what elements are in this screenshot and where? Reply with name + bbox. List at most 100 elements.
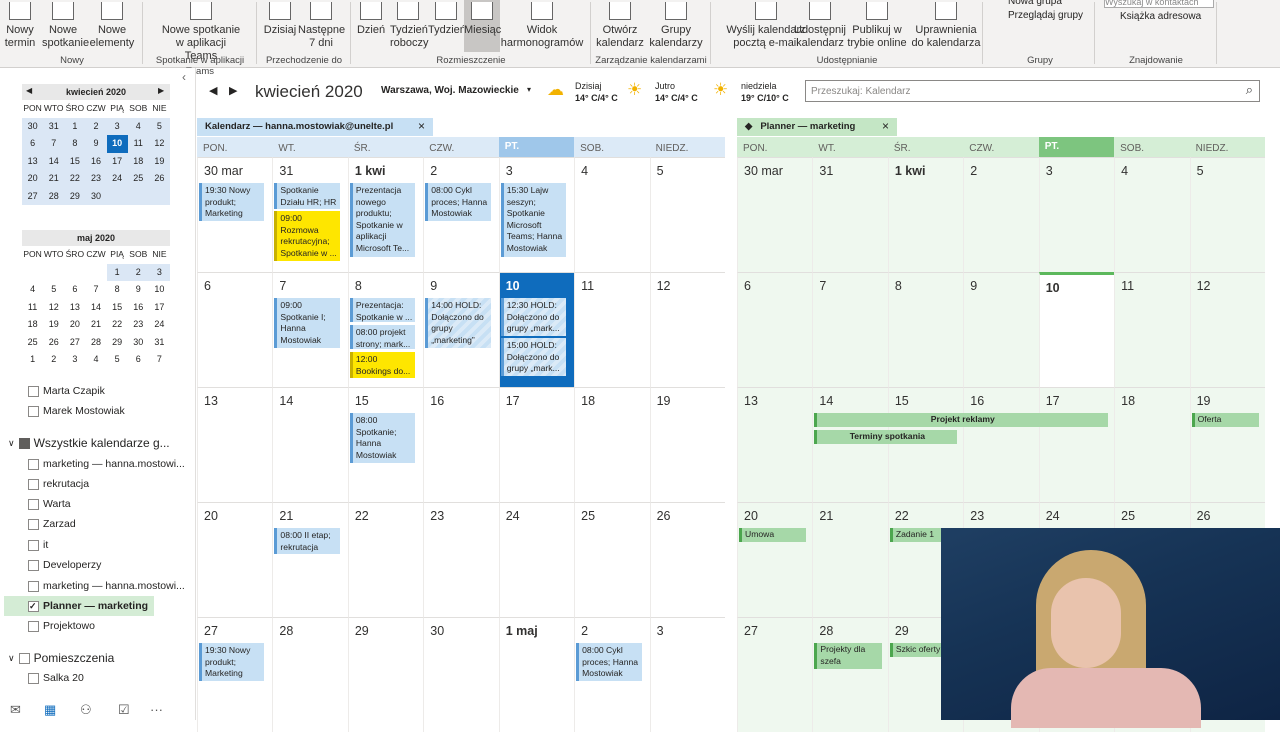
mail-icon[interactable]: ✉ bbox=[10, 702, 21, 718]
day-cell[interactable]: 18 bbox=[574, 387, 650, 502]
mini-day[interactable]: 22 bbox=[107, 316, 128, 334]
mini-day[interactable]: 5 bbox=[107, 351, 128, 369]
day-cell[interactable]: 14 bbox=[812, 387, 888, 502]
checkbox[interactable] bbox=[28, 539, 39, 551]
calendar-event[interactable]: Prezentacja: Spotkanie w ... bbox=[349, 298, 416, 322]
day-cell[interactable]: 20 bbox=[737, 502, 813, 617]
mini-day[interactable]: 28 bbox=[43, 187, 65, 205]
calendar-event[interactable]: 08:00 projekt strony; mark... bbox=[349, 325, 416, 349]
calendar-item[interactable]: Developerzy bbox=[28, 555, 101, 575]
day-cell[interactable]: 4 bbox=[574, 157, 650, 272]
mini-day[interactable]: 3 bbox=[148, 263, 170, 281]
ribbon-button-4[interactable]: Dzisiaj bbox=[262, 0, 298, 52]
mini-day[interactable]: 2 bbox=[43, 351, 64, 369]
ribbon-button-10[interactable]: Widok harmonogramów bbox=[500, 0, 584, 52]
calendar-item[interactable]: marketing — hanna.mostowi... bbox=[28, 454, 185, 474]
day-cell[interactable]: 24 bbox=[498, 502, 575, 617]
calendar-event[interactable]: 09:00 Spotkanie I; Hanna Mostowiak bbox=[274, 298, 340, 348]
mini-day[interactable]: 24 bbox=[149, 316, 170, 334]
ribbon-button-0[interactable]: Nowy termin bbox=[2, 0, 38, 52]
day-cell[interactable]: 17 bbox=[498, 387, 575, 502]
mini-day[interactable]: 19 bbox=[148, 152, 170, 170]
day-cell[interactable]: 21 bbox=[272, 502, 348, 617]
mini-day[interactable]: 6 bbox=[128, 351, 149, 369]
collapse-pane-icon[interactable]: ‹ bbox=[182, 70, 186, 84]
day-cell[interactable]: 19 bbox=[1189, 387, 1265, 502]
day-cell[interactable]: 5 bbox=[649, 157, 725, 272]
calendar-item[interactable]: Projektowo bbox=[28, 616, 95, 636]
mini-day[interactable]: 30 bbox=[128, 334, 149, 352]
day-cell[interactable]: 1 kwi bbox=[887, 157, 964, 272]
search-icon[interactable]: ⌕ bbox=[1246, 82, 1253, 98]
day-cell[interactable]: 22 bbox=[347, 502, 424, 617]
calendar-event[interactable]: 12:00 Bookings do... bbox=[349, 352, 416, 378]
checkbox[interactable]: ✓ bbox=[28, 600, 39, 612]
calendar-event[interactable]: Terminy spotkania bbox=[814, 430, 958, 444]
calendar-item[interactable]: Warta bbox=[28, 494, 71, 514]
day-cell[interactable]: 27 bbox=[737, 617, 813, 732]
mini-day[interactable] bbox=[43, 264, 64, 282]
ribbon-button-1[interactable]: Nowe spotkanie bbox=[42, 0, 89, 52]
mini-day[interactable]: 7 bbox=[85, 281, 106, 299]
day-cell[interactable]: 9 bbox=[963, 272, 1039, 387]
mini-day[interactable]: 15 bbox=[107, 299, 128, 317]
day-cell[interactable]: 21 bbox=[812, 502, 888, 617]
day-cell[interactable]: 30 bbox=[423, 617, 499, 732]
mini-day[interactable]: 20 bbox=[22, 170, 44, 188]
calendar-tab[interactable]: Kalendarz — hanna.mostowiak@unelte.pl × bbox=[197, 118, 433, 136]
calendar-event[interactable]: Projekt reklamy bbox=[814, 413, 1109, 427]
calendar-event[interactable]: 08:00 Spotkanie; Hanna Mostowiak bbox=[349, 413, 416, 463]
ribbon-button-7[interactable]: Tydzień roboczy bbox=[390, 0, 429, 52]
mini-day[interactable]: 16 bbox=[128, 299, 149, 317]
ribbon-button-6[interactable]: Dzień bbox=[356, 0, 386, 52]
day-cell[interactable]: 1 maj bbox=[498, 617, 575, 732]
day-cell[interactable]: 30 mar bbox=[737, 157, 813, 272]
day-cell[interactable]: 13 bbox=[197, 387, 273, 502]
mini-day[interactable]: 29 bbox=[107, 334, 128, 352]
mini-day[interactable]: 28 bbox=[85, 334, 106, 352]
day-cell[interactable]: 6 bbox=[737, 272, 813, 387]
calendar-event[interactable]: 15:00 HOLD: Dołączono do grupy „mark... bbox=[500, 338, 567, 376]
calendar-event[interactable]: 15:30 Lajw seszyn; Spotkanie Microsoft T… bbox=[500, 183, 567, 257]
day-cell[interactable]: 13 bbox=[737, 387, 813, 502]
ribbon-button-15[interactable]: Publikuj w trybie online bbox=[846, 0, 908, 52]
day-cell[interactable]: 16 bbox=[963, 387, 1039, 502]
checkbox[interactable] bbox=[28, 498, 39, 510]
mini-day[interactable] bbox=[22, 264, 43, 282]
mini-day[interactable]: 11 bbox=[127, 135, 149, 153]
calendar-item[interactable]: Marta Czapik bbox=[28, 381, 105, 401]
calendar-item[interactable]: Zarzad bbox=[28, 514, 76, 534]
checkbox[interactable] bbox=[28, 478, 39, 490]
day-cell[interactable]: 10 bbox=[1038, 272, 1115, 387]
search-input[interactable]: Przeszukaj: Kalendarz bbox=[811, 86, 911, 97]
day-cell[interactable]: 28 bbox=[812, 617, 888, 732]
mini-day[interactable]: 12 bbox=[148, 135, 170, 153]
mini-day[interactable]: 1 bbox=[22, 351, 43, 369]
checkbox[interactable] bbox=[28, 385, 39, 397]
search-box[interactable]: Przeszukaj: Kalendarz ⌕ bbox=[805, 80, 1260, 102]
close-icon[interactable]: × bbox=[882, 119, 889, 133]
mini-prev-icon[interactable]: ◀ bbox=[26, 86, 32, 95]
day-cell[interactable]: 29 bbox=[347, 617, 424, 732]
mini-day[interactable]: 31 bbox=[43, 117, 65, 135]
day-cell[interactable]: 11 bbox=[1114, 272, 1190, 387]
ribbon-button-9[interactable]: Miesiąc bbox=[464, 0, 501, 52]
mini-day[interactable]: 18 bbox=[127, 152, 149, 170]
day-cell[interactable]: 18 bbox=[1114, 387, 1190, 502]
mini-day[interactable]: 6 bbox=[22, 135, 44, 153]
mini-day[interactable]: 27 bbox=[22, 187, 44, 205]
calendar-event[interactable]: 08:00 Cykl proces; Hanna Mostowiak bbox=[425, 183, 491, 221]
mini-next-icon[interactable]: ▶ bbox=[158, 86, 164, 95]
day-cell[interactable]: 28 bbox=[272, 617, 348, 732]
more-icon[interactable]: ··· bbox=[150, 702, 163, 717]
mini-day[interactable]: 7 bbox=[43, 135, 65, 153]
mini-day[interactable]: 30 bbox=[85, 187, 107, 205]
mini-day[interactable]: 11 bbox=[22, 299, 43, 317]
mini-day[interactable]: 3 bbox=[64, 351, 85, 369]
checkbox[interactable] bbox=[18, 437, 30, 449]
mini-day[interactable]: 29 bbox=[64, 187, 86, 205]
mini-day[interactable]: 27 bbox=[64, 334, 85, 352]
day-cell[interactable]: 31 bbox=[812, 157, 888, 272]
ribbon-button-16[interactable]: Uprawnienia do kalendarza bbox=[908, 0, 984, 52]
day-cell[interactable]: 11 bbox=[574, 272, 650, 387]
